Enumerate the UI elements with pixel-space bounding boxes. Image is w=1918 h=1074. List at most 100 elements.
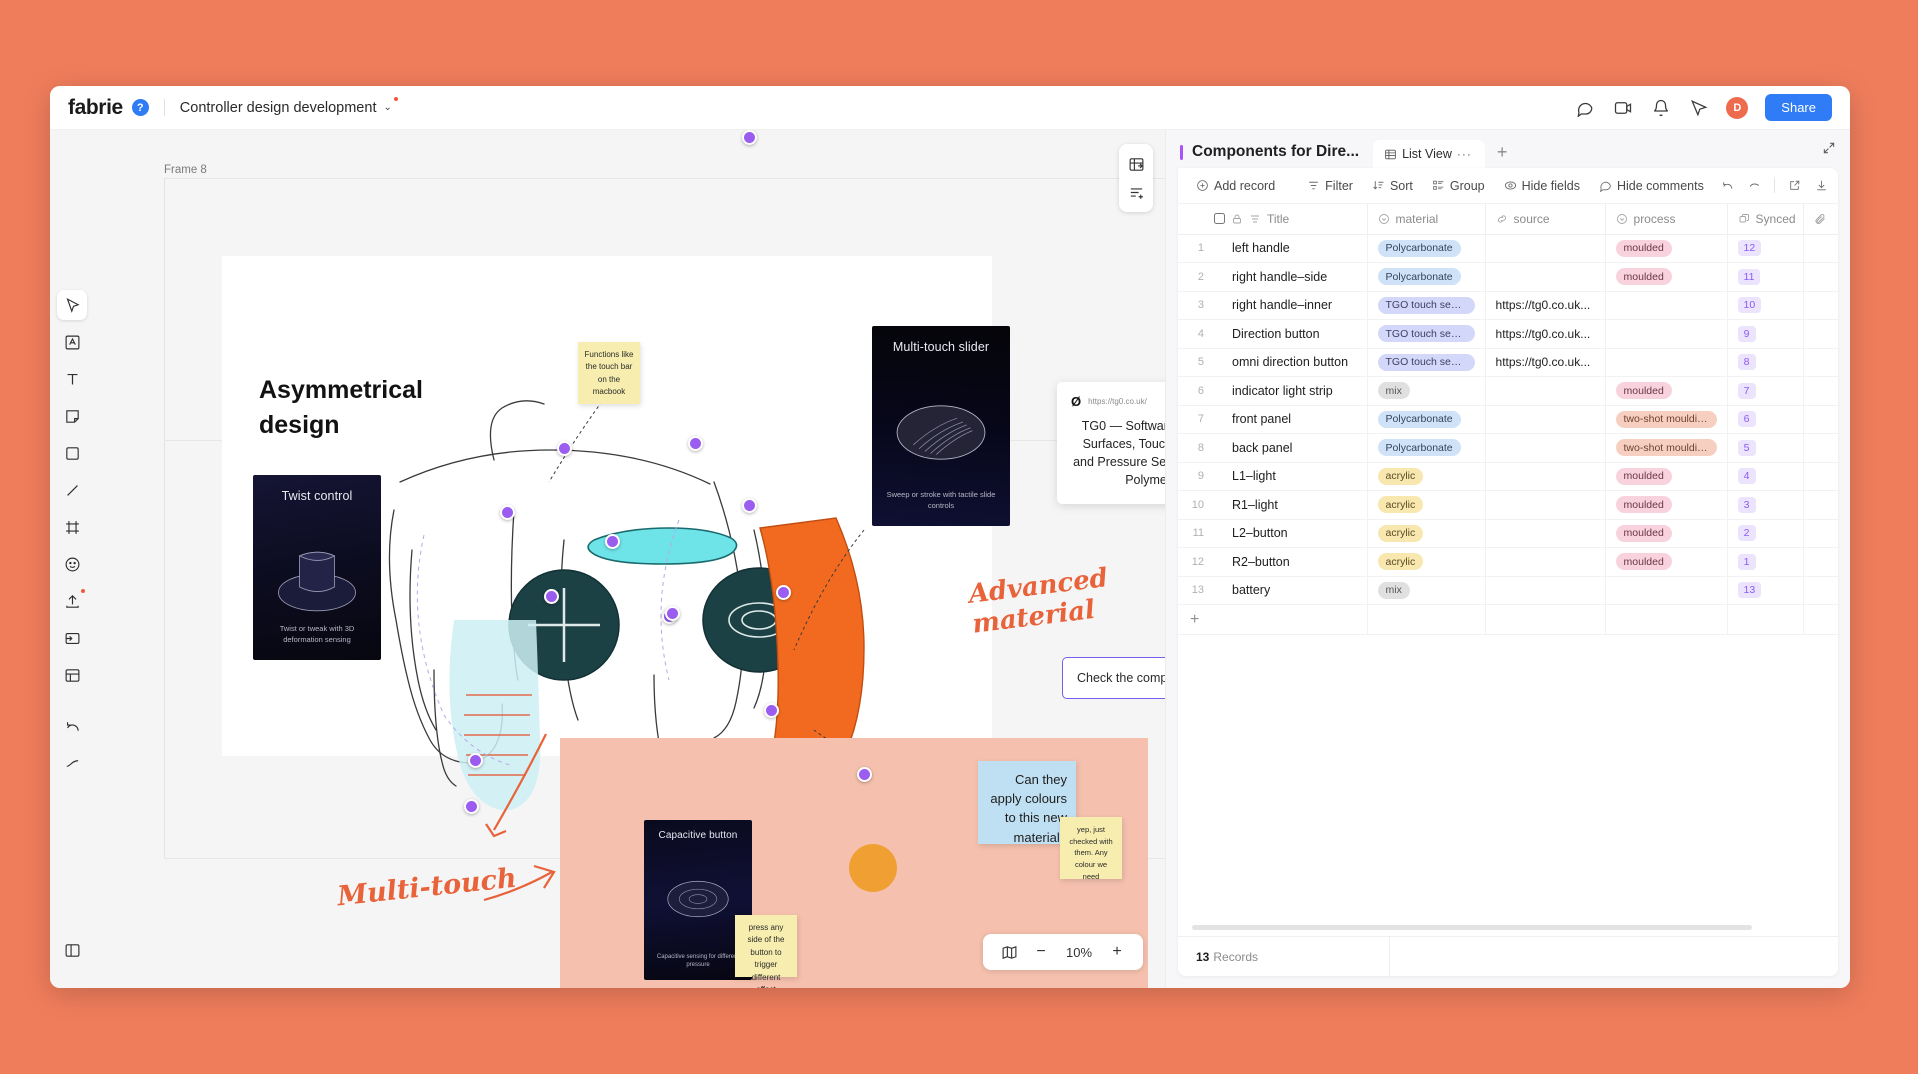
cell-material[interactable]: Polycarbonate — [1367, 262, 1486, 292]
cell-material[interactable]: TGO touch sensit... — [1367, 348, 1486, 377]
help-icon[interactable]: ? — [131, 99, 149, 116]
cell-attachment[interactable] — [1803, 547, 1838, 577]
cell-attachment[interactable] — [1803, 262, 1838, 292]
table-row[interactable]: 6 indicator light strip mix moulded 7 — [1178, 376, 1838, 406]
cell-synced[interactable]: 12 — [1727, 234, 1804, 263]
rectangle-tool[interactable] — [57, 438, 87, 468]
synced-badge[interactable]: 3 — [1737, 496, 1756, 513]
frame-tool[interactable] — [57, 512, 87, 542]
table-row[interactable]: 10 R1–light acrylic moulded 3 — [1178, 490, 1838, 520]
cell-process[interactable] — [1605, 348, 1728, 377]
cell-process[interactable]: moulded — [1605, 519, 1728, 548]
add-row-button[interactable]: + — [1178, 604, 1368, 635]
undo-icon[interactable] — [1715, 175, 1740, 196]
cell-source[interactable]: https://tg0.co.uk... — [1485, 348, 1606, 377]
pin-marker[interactable] — [742, 130, 757, 145]
synced-badge[interactable]: 12 — [1737, 240, 1762, 257]
card-multitouch-slider[interactable]: Multi-touch slider Sweep or stroke with … — [872, 326, 1010, 526]
cell-attachment[interactable] — [1803, 462, 1838, 491]
cell-process[interactable]: two-shot moulding — [1605, 405, 1728, 434]
table-tool[interactable] — [57, 660, 87, 690]
pin-marker[interactable] — [688, 436, 703, 451]
cell-attachment[interactable] — [1803, 490, 1838, 520]
synced-badge[interactable]: 4 — [1737, 468, 1756, 485]
avatar[interactable]: D — [1726, 96, 1749, 119]
synced-badge[interactable]: 10 — [1737, 297, 1762, 314]
cell-process[interactable]: two-shot moulding — [1605, 433, 1728, 463]
cell-material[interactable]: acrylic — [1367, 490, 1486, 520]
pin-marker[interactable] — [557, 441, 572, 456]
comment-callout[interactable]: Check the components for evalu — [1062, 657, 1165, 699]
process-chip[interactable]: moulded — [1615, 553, 1672, 571]
pin-marker[interactable] — [857, 767, 872, 782]
cell-source[interactable]: https://tg0.co.uk... — [1485, 291, 1606, 320]
add-row[interactable]: + — [1178, 604, 1838, 635]
cell-source[interactable] — [1485, 547, 1606, 577]
cell-source[interactable] — [1485, 462, 1606, 491]
filter-button[interactable]: Filter — [1299, 175, 1361, 197]
cell-process[interactable]: moulded — [1605, 490, 1728, 520]
curve-tool[interactable] — [57, 748, 87, 778]
redo-icon[interactable] — [1742, 175, 1767, 196]
synced-badge[interactable]: 13 — [1737, 582, 1762, 599]
cell-material[interactable]: mix — [1367, 376, 1486, 406]
cell-synced[interactable]: 5 — [1727, 433, 1804, 463]
cell-material[interactable]: Polycarbonate — [1367, 234, 1486, 263]
panel-title[interactable]: Components for Dire... — [1192, 143, 1359, 161]
cell-process[interactable]: moulded — [1605, 234, 1728, 263]
cell-title[interactable]: battery — [1222, 576, 1368, 605]
horizontal-scrollbar[interactable] — [1192, 925, 1752, 930]
material-chip[interactable]: Polycarbonate — [1377, 439, 1461, 457]
col-header-title[interactable]: Title — [1204, 204, 1368, 235]
cell-process[interactable]: moulded — [1605, 376, 1728, 406]
cell-source[interactable] — [1485, 519, 1606, 548]
frame-select-tool[interactable] — [57, 327, 87, 357]
orange-circle-shape[interactable] — [849, 844, 897, 892]
cell-material[interactable]: TGO touch sensit... — [1367, 319, 1486, 349]
process-chip[interactable]: moulded — [1615, 268, 1672, 286]
cell-attachment[interactable] — [1803, 348, 1838, 377]
panel-toggle[interactable] — [57, 935, 87, 965]
cell-source[interactable] — [1485, 234, 1606, 263]
material-chip[interactable]: Polycarbonate — [1377, 239, 1461, 257]
table-row[interactable]: 9 L1–light acrylic moulded 4 — [1178, 462, 1838, 491]
expand-icon[interactable] — [1822, 141, 1836, 168]
cell-synced[interactable]: 8 — [1727, 348, 1804, 377]
upload-tool[interactable] — [57, 586, 87, 616]
process-chip[interactable]: moulded — [1615, 382, 1672, 400]
material-chip[interactable]: TGO touch sensit... — [1377, 296, 1475, 314]
cell-synced[interactable]: 6 — [1727, 405, 1804, 434]
synced-badge[interactable]: 8 — [1737, 354, 1756, 371]
bell-icon[interactable] — [1650, 97, 1671, 118]
document-title[interactable]: Controller design development — [180, 100, 377, 116]
cell-attachment[interactable] — [1803, 376, 1838, 406]
tab-more-icon[interactable]: ··· — [1457, 147, 1472, 161]
table-row[interactable]: 7 front panel Polycarbonate two-shot mouldi… — [1178, 405, 1838, 434]
cell-attachment[interactable] — [1803, 291, 1838, 320]
cell-attachment[interactable] — [1803, 519, 1838, 548]
cell-title[interactable]: left handle — [1222, 234, 1368, 263]
pin-marker[interactable] — [776, 585, 791, 600]
material-chip[interactable]: acrylic — [1377, 553, 1424, 571]
records-table-wrapper[interactable]: Title material source process Synced 1 l… — [1178, 204, 1838, 925]
import-tool[interactable] — [57, 623, 87, 653]
material-chip[interactable]: Polycarbonate — [1377, 410, 1461, 428]
text-tool[interactable] — [57, 364, 87, 394]
sticky-note-touchbar[interactable]: Functions like the touch bar on the macb… — [578, 342, 640, 404]
cell-process[interactable]: moulded — [1605, 262, 1728, 292]
group-button[interactable]: Group — [1424, 175, 1493, 197]
add-list-icon[interactable] — [1123, 178, 1149, 206]
synced-badge[interactable]: 11 — [1737, 268, 1761, 285]
synced-badge[interactable]: 5 — [1737, 439, 1756, 456]
process-chip[interactable]: two-shot moulding — [1615, 439, 1717, 457]
sort-button[interactable]: Sort — [1364, 175, 1421, 197]
cell-process[interactable] — [1605, 291, 1728, 320]
table-row[interactable]: 12 R2–button acrylic moulded 1 — [1178, 547, 1838, 577]
material-chip[interactable]: TGO touch sensit... — [1377, 325, 1475, 343]
cell-process[interactable]: moulded — [1605, 547, 1728, 577]
pin-marker[interactable] — [665, 606, 680, 621]
cell-source[interactable]: https://tg0.co.uk... — [1485, 319, 1606, 349]
table-row[interactable]: 5 omni direction button TGO touch sensit..… — [1178, 348, 1838, 377]
cell-title[interactable]: back panel — [1222, 433, 1368, 463]
cell-synced[interactable]: 4 — [1727, 462, 1804, 491]
